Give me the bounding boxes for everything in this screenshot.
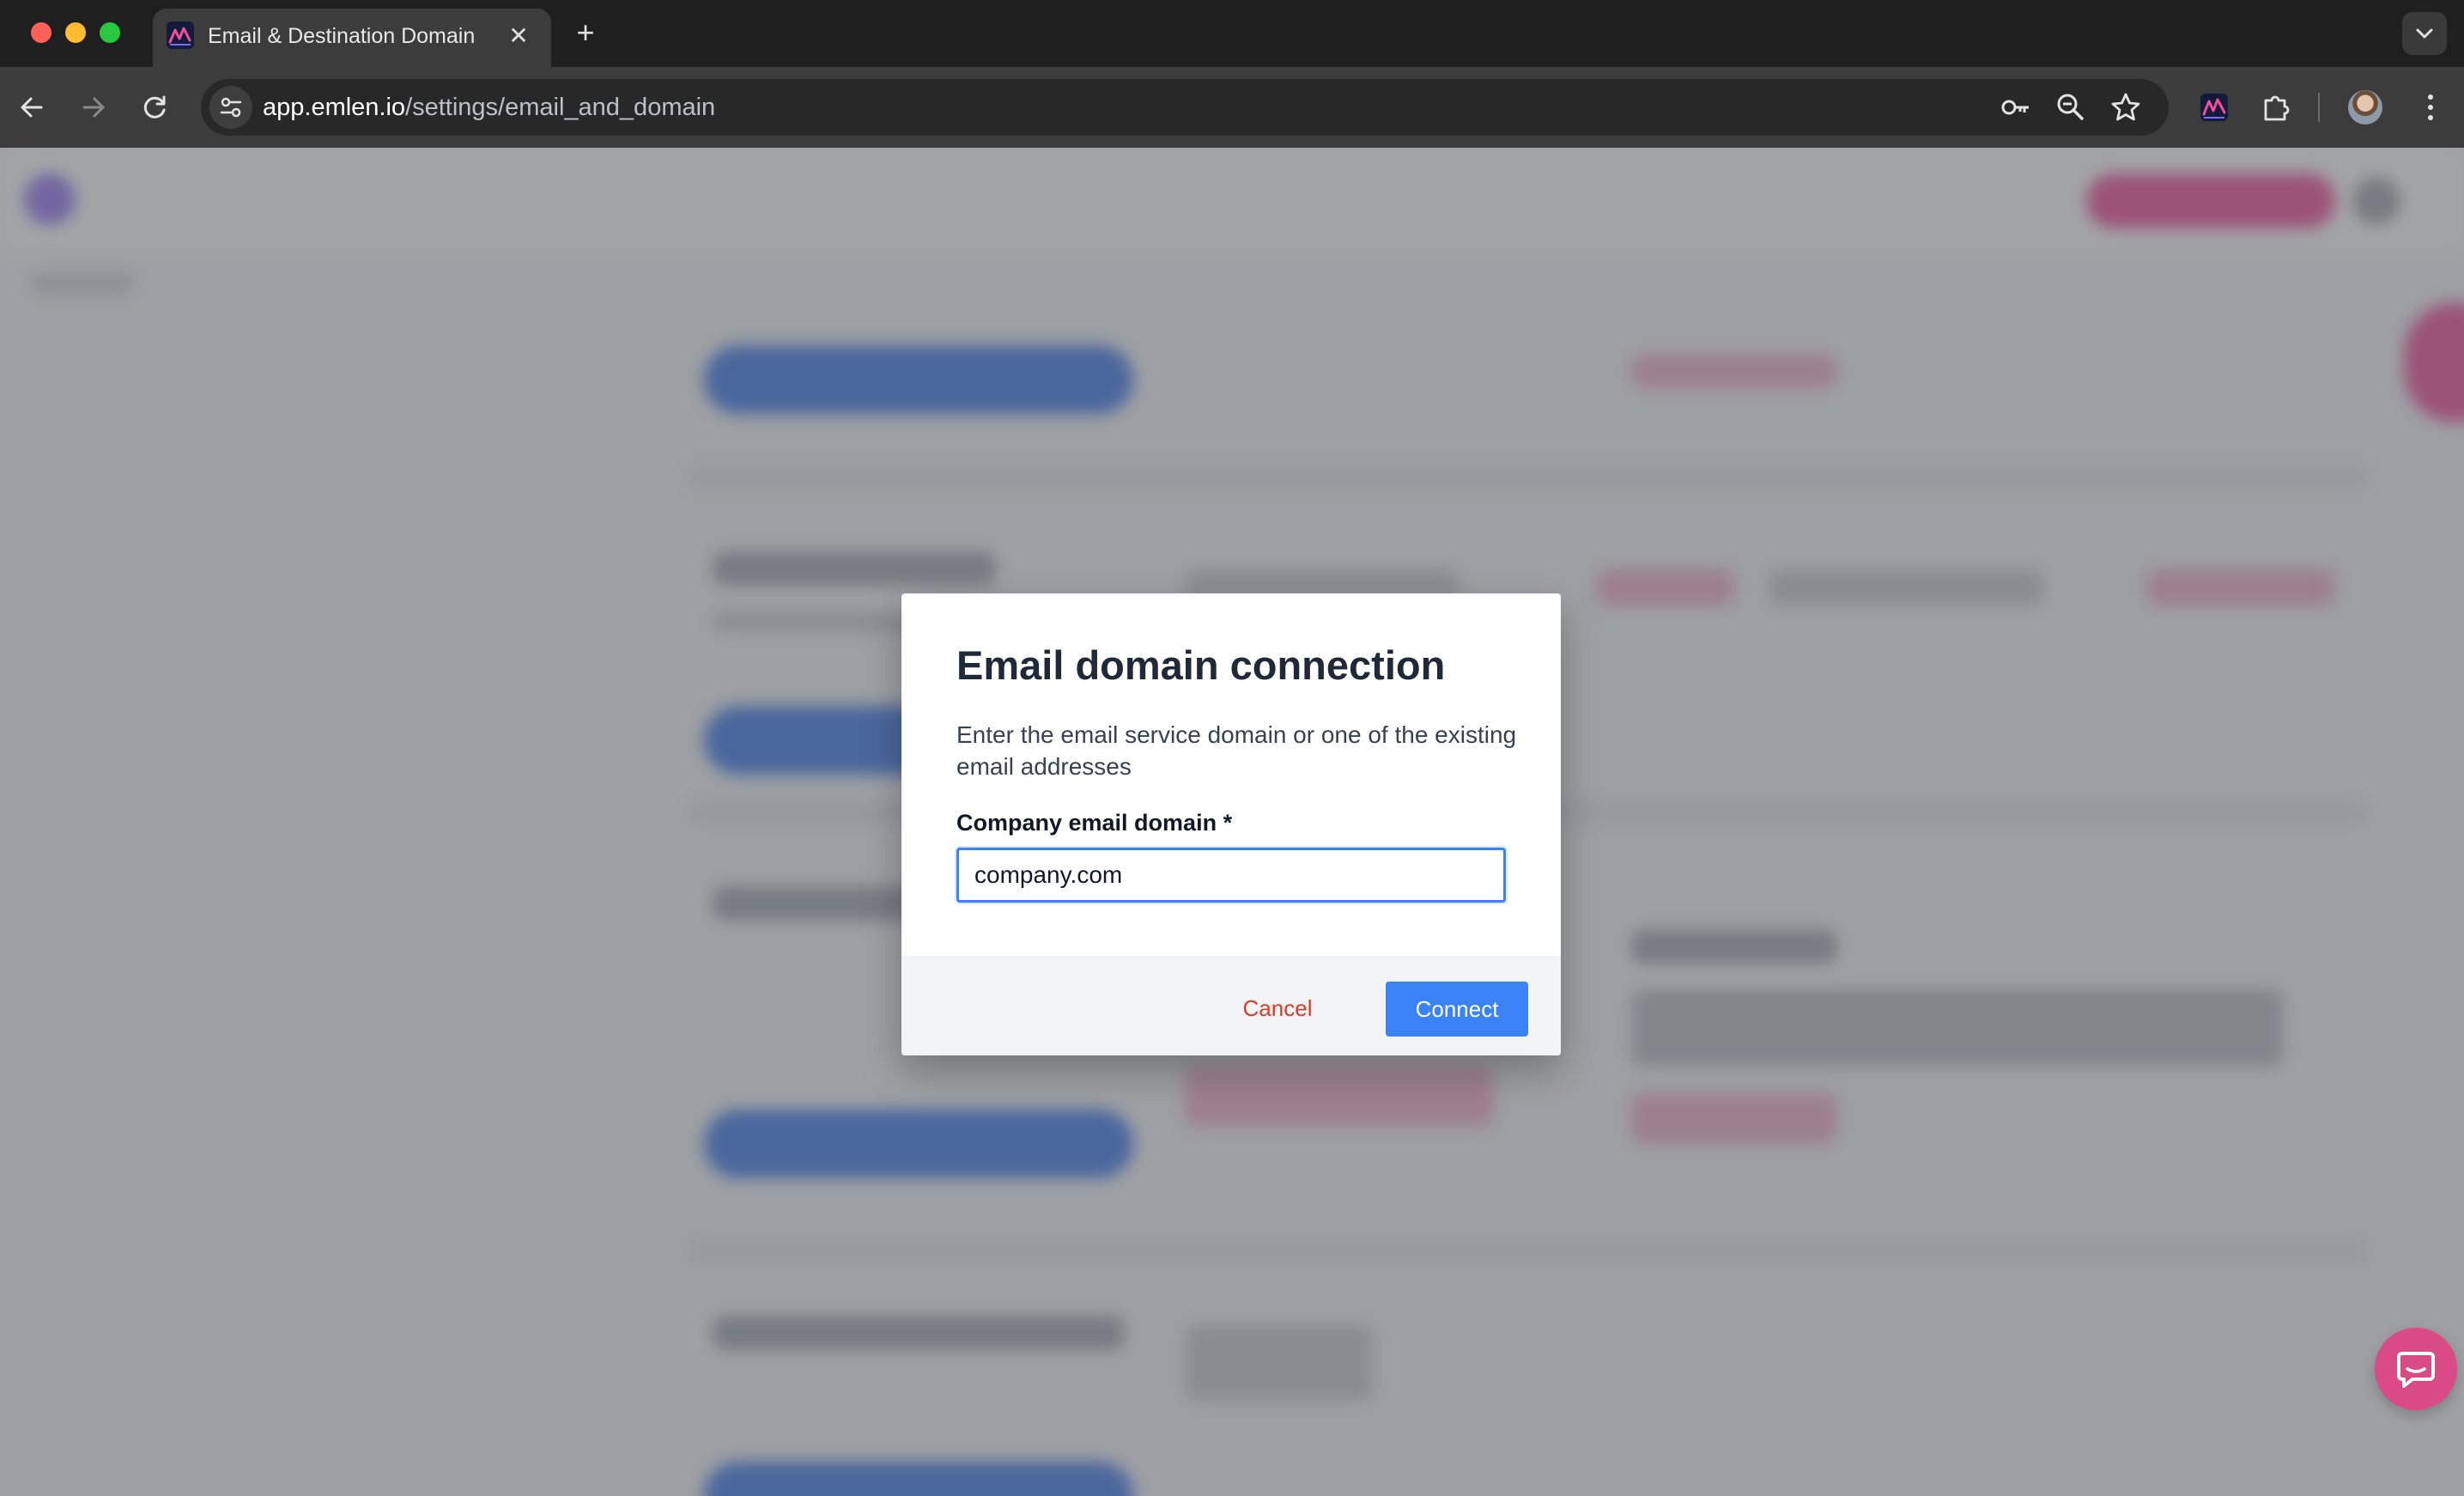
reload-icon: [143, 95, 166, 119]
kebab-menu-icon[interactable]: [2411, 88, 2450, 127]
address-bar[interactable]: app.emlen.io/settings/email_and_domain: [201, 79, 2169, 136]
key-icon[interactable]: [1999, 90, 2033, 125]
reload-button[interactable]: [136, 88, 175, 127]
dialog-title: Email domain connection: [956, 642, 1446, 688]
required-marker: *: [1223, 810, 1233, 836]
window-minimize-button[interactable]: [65, 22, 86, 43]
cancel-button[interactable]: Cancel: [1228, 983, 1327, 1033]
browser-tab-active[interactable]: Email & Destination Domain | ✕: [153, 9, 551, 67]
back-button[interactable]: [12, 88, 52, 127]
field-label-text: Company email domain: [956, 810, 1217, 836]
puzzle-icon[interactable]: [2256, 88, 2296, 127]
browser-tab-bar: Email & Destination Domain | ✕ +: [0, 0, 2464, 67]
new-tab-button[interactable]: +: [568, 15, 603, 50]
tab-close-icon[interactable]: ✕: [501, 19, 536, 53]
tab-title: Email & Destination Domain |: [208, 24, 482, 48]
site-settings-icon[interactable]: [209, 86, 252, 129]
browser-toolbar: app.emlen.io/settings/email_and_domain: [0, 67, 2464, 148]
emlen-extension-icon[interactable]: [2194, 88, 2234, 127]
company-email-domain-label: Company email domain *: [956, 810, 1232, 836]
window-close-button[interactable]: [31, 22, 52, 43]
forward-button[interactable]: [74, 88, 113, 127]
avatar[interactable]: [2348, 90, 2382, 125]
star-icon[interactable]: [2109, 90, 2143, 125]
url-path: /settings/email_and_domain: [405, 94, 716, 121]
chevron-down-icon: [2416, 28, 2433, 39]
chat-widget-button[interactable]: [2375, 1328, 2457, 1410]
email-domain-dialog: Email domain connection Enter the email …: [901, 593, 1561, 1055]
back-arrow-icon: [21, 97, 43, 118]
forward-arrow-icon: [82, 97, 105, 118]
zoom-out-icon[interactable]: [2054, 90, 2088, 125]
url-host: app.emlen.io: [263, 94, 406, 121]
toolbar-divider: [2318, 93, 2320, 122]
company-email-domain-input[interactable]: [956, 848, 1506, 903]
dialog-footer: Cancel Connect: [901, 956, 1561, 1055]
dialog-description: Enter the email service domain or one of…: [956, 721, 1517, 780]
emlen-logo-icon: [167, 21, 194, 49]
url-text: app.emlen.io/settings/email_and_domain: [263, 79, 715, 136]
window-maximize-button[interactable]: [100, 22, 120, 43]
connect-button[interactable]: Connect: [1386, 982, 1528, 1037]
tab-search-button[interactable]: [2402, 12, 2447, 55]
chat-icon: [2397, 1352, 2435, 1388]
